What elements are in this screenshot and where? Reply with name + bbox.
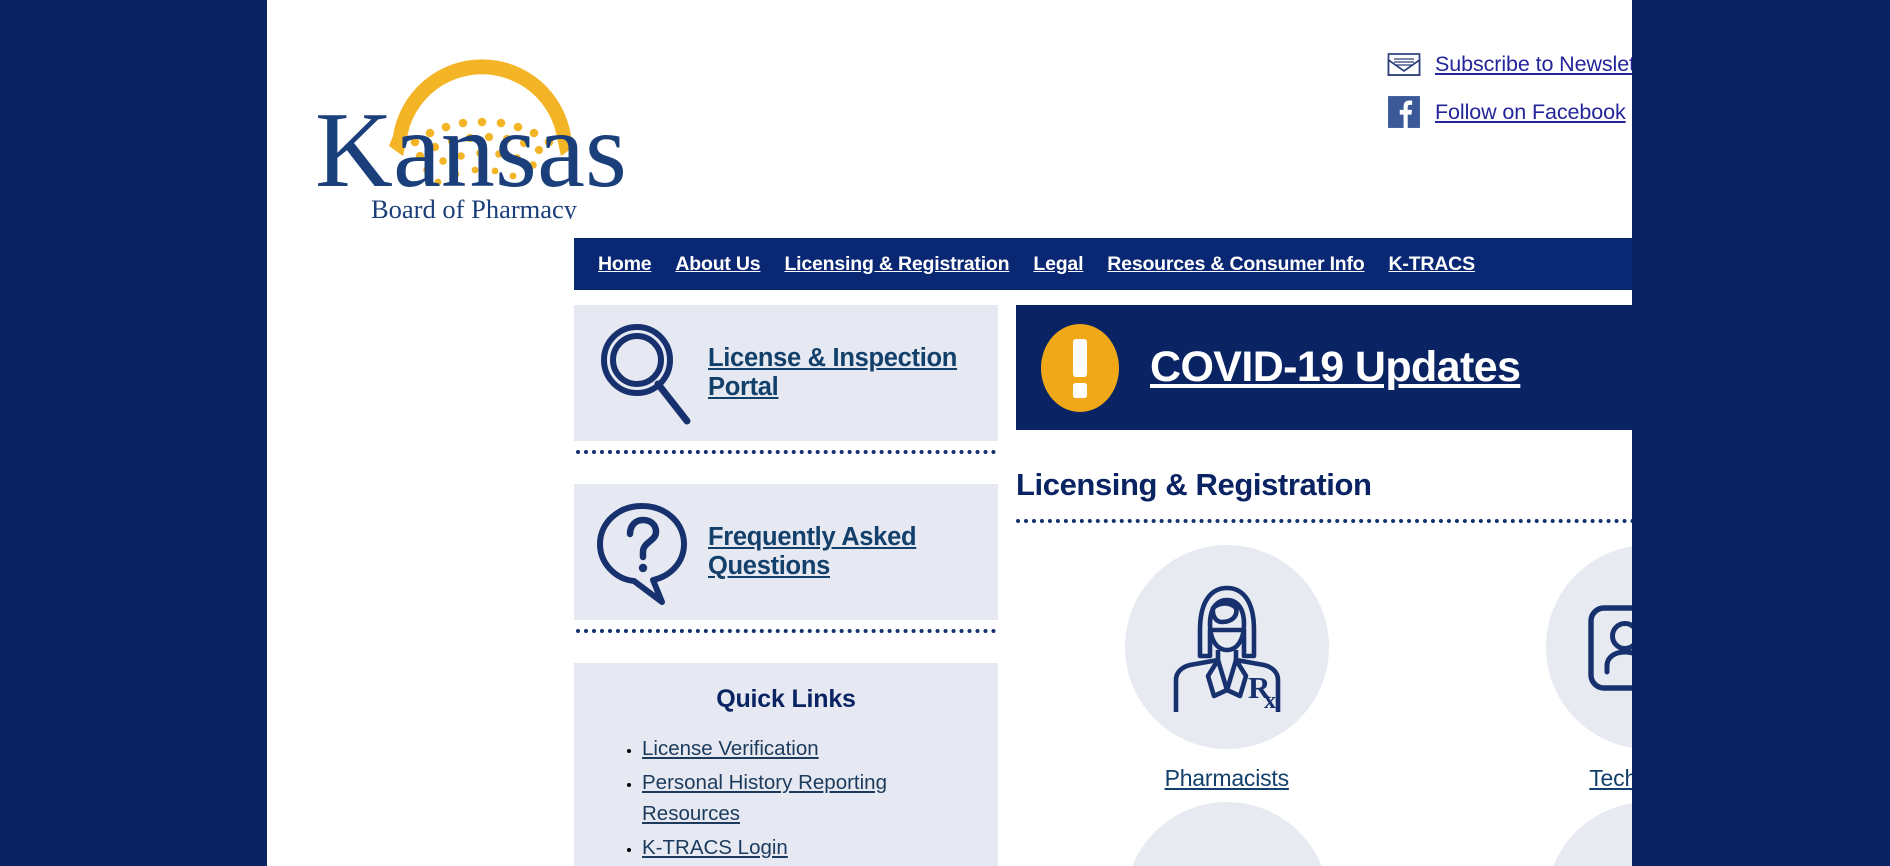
nav-item-resources-consumer-info[interactable]: Resources & Consumer Info — [1095, 253, 1376, 276]
nav-item-k-tracs[interactable]: K-TRACS — [1377, 253, 1487, 276]
section-divider — [1016, 519, 1632, 523]
list-item: License Verification — [642, 734, 978, 764]
nav-item-licensing-registration[interactable]: Licensing & Registration — [772, 253, 1021, 276]
tile-circle — [1546, 545, 1632, 749]
tile-row2-right[interactable] — [1438, 802, 1632, 866]
site-header: AD ASTRA PER ASPERA Kansas Board of Phar… — [267, 0, 1632, 237]
content-columns: License & Inspection Portal Frequently A… — [574, 305, 1632, 866]
tile-circle — [1546, 802, 1632, 866]
licensing-tiles: R x Pharmacists Tech — [1016, 545, 1632, 866]
kansas-board-of-pharmacy-logo[interactable]: AD ASTRA PER ASPERA Kansas Board of Phar… — [307, 14, 647, 224]
follow-facebook-row[interactable]: Follow on Facebook — [1387, 88, 1632, 136]
tile-row2-left[interactable] — [1016, 802, 1438, 866]
sidebar-card-license-inspection-portal[interactable]: License & Inspection Portal — [574, 305, 998, 441]
magnifier-icon — [601, 324, 691, 425]
page-root: AD ASTRA PER ASPERA Kansas Board of Phar… — [0, 0, 1890, 866]
logo-state-text: Kansas — [315, 91, 627, 210]
nav-item-legal[interactable]: Legal — [1021, 253, 1095, 276]
tile-technicians[interactable]: Technicians — [1438, 545, 1632, 792]
page-canvas: AD ASTRA PER ASPERA Kansas Board of Phar… — [267, 0, 1632, 866]
pharmacist-icon: R x — [1173, 585, 1281, 714]
subscribe-newsletter-row[interactable]: Subscribe to Newsletter — [1387, 40, 1632, 88]
quick-links-list: License Verification Personal History Re… — [642, 734, 978, 863]
main-content: COVID-19 Updates Licensing & Registratio… — [1016, 305, 1632, 866]
sidebar-card-faq[interactable]: Frequently Asked Questions — [574, 484, 998, 620]
id-card-icon — [1588, 605, 1632, 691]
divider-1 — [576, 450, 996, 454]
exclamation-circle-icon — [1041, 323, 1119, 412]
tile-label-technicians[interactable]: Technicians — [1589, 765, 1632, 792]
tile-label-pharmacists[interactable]: Pharmacists — [1165, 765, 1290, 792]
logo-svg: AD ASTRA PER ASPERA Kansas Board of Phar… — [315, 40, 627, 224]
envelope-icon — [1387, 53, 1421, 76]
quick-link-license-verification[interactable]: License Verification — [642, 737, 819, 760]
covid-updates-banner[interactable]: COVID-19 Updates — [1016, 305, 1632, 430]
tile-pharmacists[interactable]: R x Pharmacists — [1016, 545, 1438, 792]
divider-2 — [576, 629, 996, 633]
social-links: Subscribe to Newsletter Follow on Facebo… — [1387, 40, 1632, 136]
question-bubble-icon — [597, 503, 687, 605]
covid-updates-link[interactable]: COVID-19 Updates — [1150, 343, 1521, 392]
page-title: Licensing & Registration — [1016, 467, 1372, 502]
quick-links-panel: Quick Links License Verification Persona… — [574, 663, 998, 866]
quick-link-k-tracs-login[interactable]: K-TRACS Login — [642, 836, 788, 859]
nav-item-about-us[interactable]: About Us — [663, 253, 772, 276]
nav-item-home[interactable]: Home — [586, 253, 663, 276]
faq-link[interactable]: Frequently Asked Questions — [708, 523, 982, 580]
list-item: Personal History Reporting Resources — [642, 768, 978, 829]
svg-text:x: x — [1264, 688, 1276, 714]
license-inspection-portal-link[interactable]: License & Inspection Portal — [708, 344, 982, 401]
facebook-icon — [1388, 96, 1420, 128]
sidebar: License & Inspection Portal Frequently A… — [574, 305, 998, 866]
list-item: K-TRACS Login — [642, 833, 978, 863]
subscribe-newsletter-link[interactable]: Subscribe to Newsletter — [1435, 52, 1632, 77]
quick-links-title: Quick Links — [716, 685, 856, 713]
quick-link-personal-history-reporting-resources[interactable]: Personal History Reporting Resources — [642, 771, 887, 824]
logo-subtitle-text: Board of Pharmacy — [371, 194, 578, 219]
tile-circle: R x — [1124, 545, 1329, 749]
main-navigation: Home About Us Licensing & Registration L… — [574, 238, 1632, 290]
tile-circle — [1124, 802, 1329, 866]
follow-facebook-link[interactable]: Follow on Facebook — [1435, 100, 1626, 125]
